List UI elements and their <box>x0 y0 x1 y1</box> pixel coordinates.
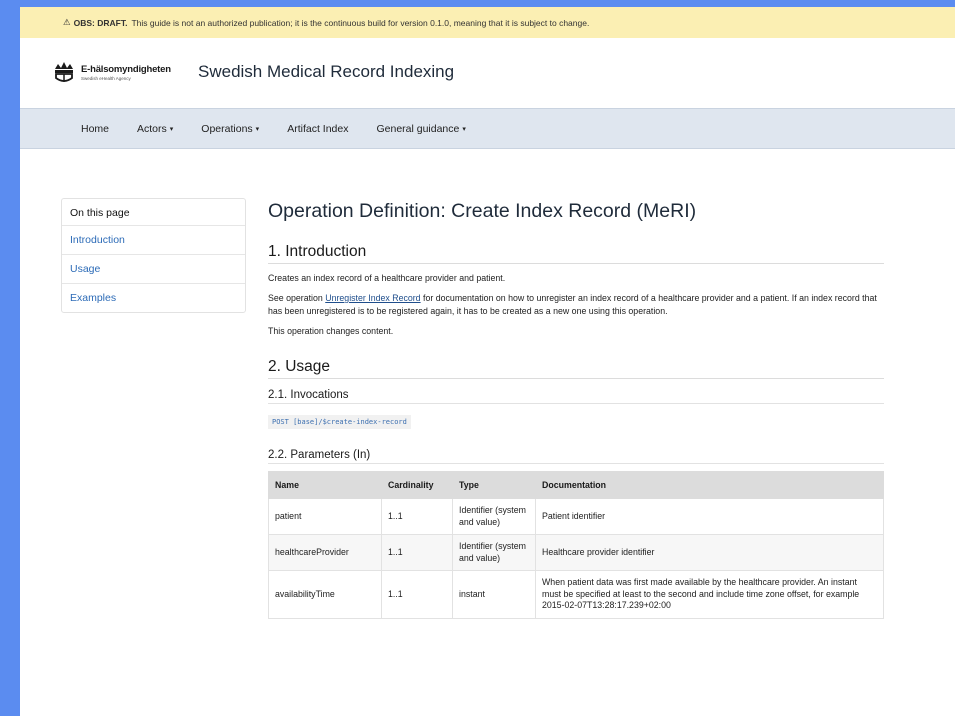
caret-down-icon: ▾ <box>462 125 466 133</box>
nav-actors[interactable]: Actors ▾ <box>137 123 173 135</box>
param-cardinality: 1..1 <box>381 570 453 619</box>
nav-artifact-index[interactable]: Artifact Index <box>287 123 348 135</box>
param-type: instant <box>452 570 536 619</box>
page-title: Operation Definition: Create Index Recor… <box>268 200 697 222</box>
nav-general-guidance[interactable]: General guidance ▾ <box>376 123 465 135</box>
nav-operations[interactable]: Operations ▾ <box>201 123 259 135</box>
param-documentation: Patient identifier <box>535 498 884 535</box>
param-name: healthcareProvider <box>268 534 382 571</box>
intro-paragraph-2: See operation Unregister Index Record fo… <box>268 292 884 318</box>
column-header-name: Name <box>268 471 382 499</box>
parameters-table: Name Cardinality Type Documentation pati… <box>268 471 884 619</box>
param-type: Identifier (system and value) <box>452 534 536 571</box>
param-name: availabilityTime <box>268 570 382 619</box>
table-row: healthcareProvider 1..1 Identifier (syst… <box>268 534 884 571</box>
param-documentation: Healthcare provider identifier <box>535 534 884 571</box>
section-introduction-heading: 1. Introduction <box>268 243 884 264</box>
site-title[interactable]: Swedish Medical Record Indexing <box>198 62 454 82</box>
sidebar-item-usage[interactable]: Usage <box>62 254 245 283</box>
agency-logo[interactable]: E-hälsomyndigheten Swedish eHealth Agenc… <box>52 60 171 86</box>
logo-subtitle: Swedish eHealth Agency <box>81 75 131 81</box>
site-header: E-hälsomyndigheten Swedish eHealth Agenc… <box>20 38 955 108</box>
nav-home[interactable]: Home <box>81 123 109 135</box>
table-row: patient 1..1 Identifier (system and valu… <box>268 498 884 535</box>
section-usage-heading: 2. Usage <box>268 358 884 379</box>
column-header-cardinality: Cardinality <box>381 471 453 499</box>
parameters-heading: 2.2. Parameters (In) <box>268 449 884 464</box>
page: ⚠ OBS: DRAFT. This guide is not an autho… <box>20 7 955 716</box>
intro-paragraph-3: This operation changes content. <box>268 326 394 336</box>
nav-general-guidance-label: General guidance <box>376 122 460 135</box>
invocations-heading: 2.1. Invocations <box>268 389 884 404</box>
table-row: availabilityTime 1..1 instant When patie… <box>268 570 884 619</box>
draft-banner: ⚠ OBS: DRAFT. This guide is not an autho… <box>20 7 955 38</box>
param-cardinality: 1..1 <box>381 498 453 535</box>
sidebar-item-introduction[interactable]: Introduction <box>62 225 245 254</box>
intro-paragraph-1: Creates an index record of a healthcare … <box>268 273 506 283</box>
logo-name: E-hälsomyndigheten <box>81 64 171 75</box>
main-navbar: Home Actors ▾ Operations ▾ Artifact Index … <box>20 108 955 149</box>
nav-actors-label: Actors <box>137 122 167 135</box>
unregister-index-record-link[interactable]: Unregister Index Record <box>325 293 420 303</box>
caret-down-icon: ▾ <box>255 125 260 133</box>
draft-text: This guide is not an authorized publicat… <box>131 17 590 28</box>
column-header-documentation: Documentation <box>535 471 884 499</box>
column-header-type: Type <box>452 471 536 499</box>
intro-p2-before: See operation <box>268 293 326 303</box>
table-header-row: Name Cardinality Type Documentation <box>268 471 884 499</box>
on-this-page-sidebar: On this page Introduction Usage Examples <box>61 198 246 313</box>
nav-operations-label: Operations <box>201 122 253 135</box>
draft-label: OBS: DRAFT. <box>73 17 128 28</box>
param-name: patient <box>268 498 382 535</box>
warning-icon: ⚠ <box>63 17 71 27</box>
param-documentation: When patient data was first made availab… <box>535 570 884 619</box>
sidebar-heading: On this page <box>70 207 130 219</box>
invocation-code: POST [base]/$create-index-record <box>268 415 411 429</box>
param-cardinality: 1..1 <box>381 534 453 571</box>
sidebar-item-examples[interactable]: Examples <box>62 283 245 312</box>
main-content: Operation Definition: Create Index Recor… <box>268 198 884 619</box>
crown-logo-icon <box>55 62 73 82</box>
caret-down-icon: ▾ <box>169 125 174 133</box>
param-type: Identifier (system and value) <box>452 498 536 535</box>
